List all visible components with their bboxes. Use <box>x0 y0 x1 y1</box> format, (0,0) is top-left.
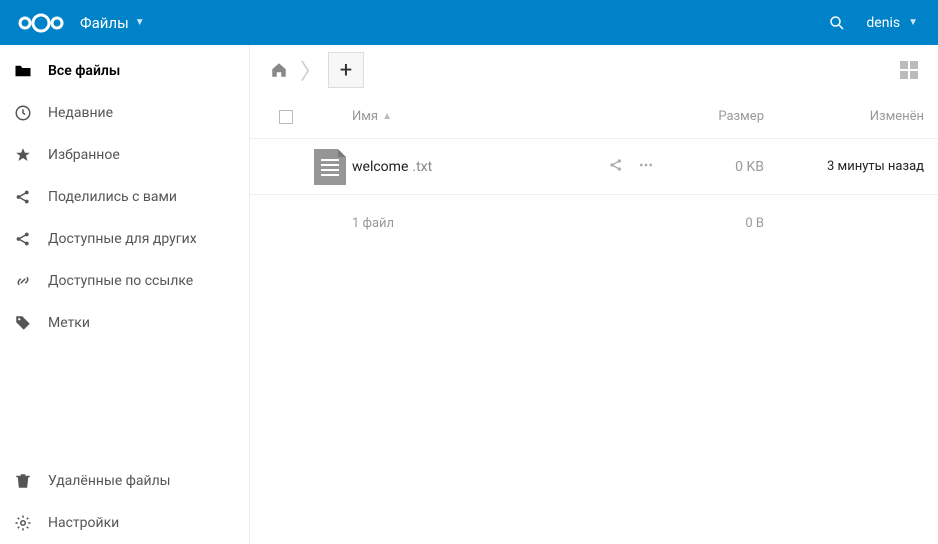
sidebar-item-trash[interactable]: Удалённые файлы <box>0 460 249 502</box>
sidebar-item-shared-with-you[interactable]: Поделились с вами <box>0 176 249 218</box>
search-icon <box>828 14 846 32</box>
plus-icon: + <box>340 58 352 83</box>
sidebar-item-settings[interactable]: Настройки <box>0 502 249 544</box>
file-modified: 3 минуты назад <box>764 159 924 174</box>
file-table: Имя ▲ Размер Изменён welcome.txt <box>250 95 938 544</box>
sidebar-item-label: Доступные для других <box>48 231 197 247</box>
username-text: denis <box>866 15 900 31</box>
sidebar: Все файлы Недавние Избранное Поделились … <box>0 45 250 544</box>
table-row[interactable]: welcome.txt 0 KB 3 минуты назад <box>250 139 938 195</box>
select-all-checkbox[interactable] <box>279 110 293 124</box>
share-icon <box>608 157 624 173</box>
sidebar-item-label: Все файлы <box>48 63 120 79</box>
breadcrumb-bar: 〉 + <box>250 45 938 95</box>
clock-icon <box>14 104 32 122</box>
logo-icon[interactable] <box>16 11 66 35</box>
more-icon <box>638 157 654 173</box>
sidebar-item-label: Недавние <box>48 105 113 121</box>
sidebar-item-recent[interactable]: Недавние <box>0 92 249 134</box>
new-button[interactable]: + <box>328 52 364 88</box>
trash-icon <box>14 472 32 490</box>
column-header-name[interactable]: Имя ▲ <box>352 109 564 124</box>
app-menu[interactable]: Файлы ▼ <box>80 14 145 32</box>
sidebar-item-favorites[interactable]: Избранное <box>0 134 249 176</box>
caret-down-icon: ▼ <box>908 17 918 28</box>
gear-icon <box>14 514 32 532</box>
sidebar-item-label: Удалённые файлы <box>48 473 171 489</box>
sidebar-item-shared-by-link[interactable]: Доступные по ссылке <box>0 260 249 302</box>
star-icon <box>14 146 32 164</box>
sidebar-item-label: Поделились с вами <box>48 189 177 205</box>
summary-size: 0 B <box>654 216 764 231</box>
view-toggle-grid[interactable] <box>894 55 924 85</box>
table-header: Имя ▲ Размер Изменён <box>250 95 938 139</box>
link-icon <box>14 272 32 290</box>
table-summary: 1 файл 0 B <box>250 195 938 251</box>
user-menu[interactable]: denis ▼ <box>856 0 928 45</box>
breadcrumb-home[interactable] <box>264 55 294 85</box>
home-icon <box>270 61 288 79</box>
file-ext: .txt <box>412 159 432 175</box>
sidebar-item-label: Метки <box>48 315 90 331</box>
text-file-icon <box>314 149 346 185</box>
more-action[interactable] <box>638 157 654 177</box>
folder-icon <box>14 62 32 80</box>
sidebar-item-label: Настройки <box>48 515 119 531</box>
sidebar-item-shared-with-others[interactable]: Доступные для других <box>0 218 249 260</box>
share-action[interactable] <box>608 157 624 177</box>
header-name-text: Имя <box>352 109 378 124</box>
sidebar-item-label: Доступные по ссылке <box>48 273 193 289</box>
caret-down-icon: ▼ <box>135 17 145 28</box>
sidebar-item-all-files[interactable]: Все файлы <box>0 50 249 92</box>
column-header-size[interactable]: Размер <box>654 109 764 124</box>
content-area: 〉 + Имя ▲ Размер Изменён <box>250 45 938 544</box>
breadcrumb-separator-icon: 〉 <box>300 54 322 86</box>
app-label-text: Файлы <box>80 14 129 32</box>
grid-icon <box>900 61 918 79</box>
app-header: Файлы ▼ denis ▼ <box>0 0 938 45</box>
summary-count: 1 файл <box>352 216 394 231</box>
share-icon <box>14 188 32 206</box>
column-header-modified[interactable]: Изменён <box>764 109 924 124</box>
sidebar-item-tags[interactable]: Метки <box>0 302 249 344</box>
sidebar-item-label: Избранное <box>48 147 120 163</box>
file-size: 0 KB <box>654 159 764 175</box>
share-icon <box>14 230 32 248</box>
tag-icon <box>14 314 32 332</box>
sort-asc-icon: ▲ <box>382 111 392 122</box>
file-name: welcome <box>352 159 408 175</box>
search-button[interactable] <box>818 0 856 45</box>
